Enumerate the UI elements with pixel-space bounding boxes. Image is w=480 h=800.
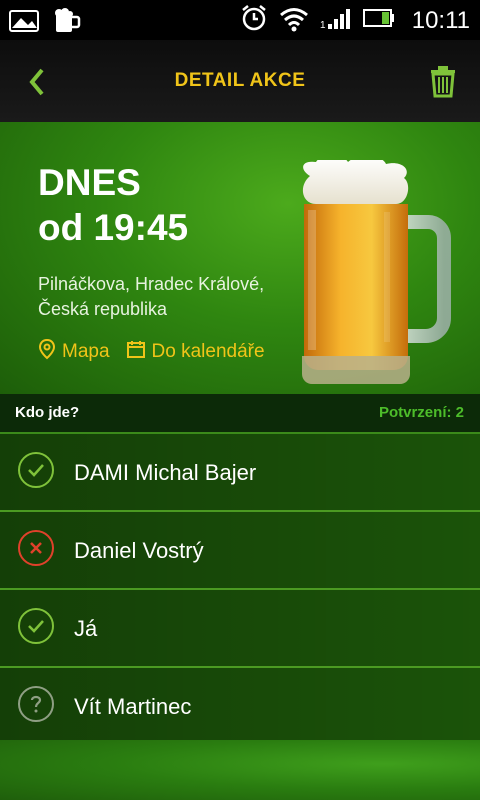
map-pin-icon bbox=[38, 338, 56, 366]
calendar-icon bbox=[126, 339, 146, 365]
status-bar: 1 10:11 bbox=[0, 0, 480, 40]
page-title: DETAIL AKCE bbox=[174, 70, 306, 91]
app-header: DETAIL AKCE bbox=[0, 40, 480, 122]
attendee-list: DAMI Michal Bajer Daniel Vostrý Já Vít M… bbox=[0, 434, 480, 744]
attendee-name: Daniel Vostrý bbox=[74, 538, 204, 563]
battery-icon bbox=[362, 4, 396, 37]
check-icon bbox=[18, 608, 54, 644]
event-day: DNES bbox=[38, 162, 141, 203]
attendee-row[interactable]: Daniel Vostrý bbox=[0, 512, 480, 590]
background-fill bbox=[0, 740, 480, 800]
svg-text:1: 1 bbox=[320, 20, 326, 31]
map-button[interactable]: Mapa bbox=[38, 338, 110, 366]
add-to-calendar-button[interactable]: Do kalendáře bbox=[126, 338, 265, 366]
beer-mug-illustration bbox=[290, 156, 462, 388]
attendee-row[interactable]: Já bbox=[0, 590, 480, 668]
event-time: DNES od 19:45 bbox=[38, 160, 188, 250]
wifi-icon bbox=[278, 4, 310, 37]
trash-icon bbox=[428, 66, 458, 102]
attendees-section-bar: Kdo jde? Potvrzení: 2 bbox=[0, 394, 480, 434]
attendee-name: DAMI Michal Bajer bbox=[74, 460, 257, 485]
confirmation-count: Potvrzení: 2 bbox=[378, 404, 464, 421]
signal-icon: 1 bbox=[320, 4, 352, 37]
attendee-name: Já bbox=[74, 616, 98, 641]
attendee-name: Vít Martinec bbox=[74, 694, 192, 719]
event-hero: DNES od 19:45 Pilnáčkova, Hradec Králové… bbox=[0, 122, 480, 394]
question-mark-icon bbox=[18, 686, 54, 722]
event-address: Pilnáčkova, Hradec Králové, Česká republ… bbox=[38, 272, 264, 322]
event-start: od 19:45 bbox=[38, 207, 189, 248]
address-line-2: Česká republika bbox=[38, 299, 168, 319]
beer-mug-icon bbox=[52, 6, 82, 41]
delete-button[interactable] bbox=[428, 64, 458, 98]
check-icon bbox=[18, 452, 54, 488]
cross-icon bbox=[18, 530, 54, 566]
section-title: Kdo jde? bbox=[15, 404, 80, 421]
alarm-clock-icon bbox=[240, 4, 268, 37]
attendee-row[interactable]: DAMI Michal Bajer bbox=[0, 434, 480, 512]
map-label: Mapa bbox=[62, 341, 110, 362]
attendee-row[interactable]: Vít Martinec bbox=[0, 668, 480, 744]
image-icon bbox=[8, 6, 42, 41]
clock-time: 10:11 bbox=[411, 6, 470, 34]
address-line-1: Pilnáčkova, Hradec Králové, bbox=[38, 274, 265, 294]
calendar-label: Do kalendáře bbox=[151, 341, 265, 362]
